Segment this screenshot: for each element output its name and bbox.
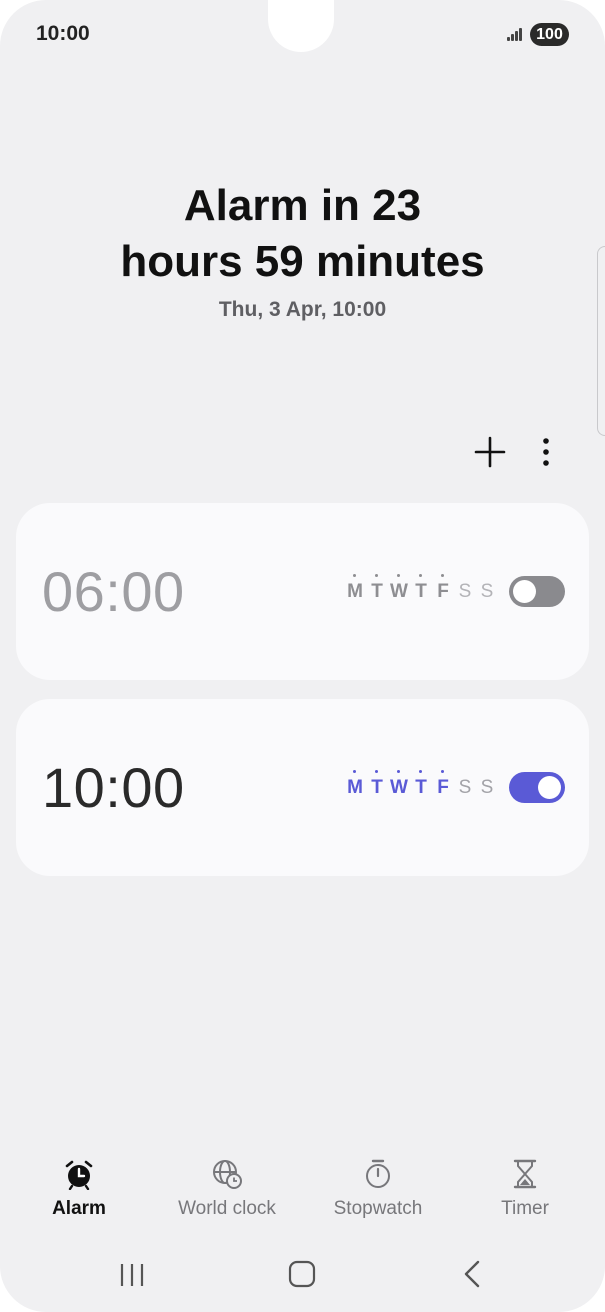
more-options-button[interactable] (532, 432, 560, 472)
next-alarm-date: Thu, 3 Apr, 10:00 (218, 298, 387, 321)
back-button[interactable] (452, 1256, 492, 1292)
day-sunday: S (480, 777, 494, 798)
day-wednesday: W (388, 574, 410, 607)
alarm-card[interactable]: 10:00 M T W T F S S (16, 699, 589, 876)
recents-icon (120, 1264, 144, 1286)
day-friday: F (432, 770, 454, 803)
home-icon (288, 1260, 316, 1288)
repeat-days: M T W T F S S (344, 770, 498, 803)
add-icon (474, 436, 506, 468)
alarm-toggle[interactable] (509, 772, 565, 803)
system-navigation-bar (0, 1250, 605, 1300)
tab-label: World clock (178, 1198, 276, 1219)
alarm-toggle[interactable] (509, 576, 565, 607)
day-saturday: S (458, 777, 472, 798)
day-thursday: T (410, 770, 432, 803)
alarm-time: 06:00 (42, 560, 185, 623)
tab-world-clock[interactable]: World clock (152, 1150, 302, 1224)
add-alarm-button[interactable] (470, 432, 510, 472)
alarm-card[interactable]: 06:00 M T W T F S S (16, 503, 589, 680)
day-tuesday: T (366, 770, 388, 803)
tab-label: Stopwatch (333, 1198, 423, 1219)
next-alarm-headline: Alarm in 23 hours 59 minutes (120, 181, 485, 286)
hourglass-icon (513, 1159, 537, 1189)
more-options-icon (543, 438, 549, 466)
tab-timer[interactable]: Timer (450, 1150, 600, 1224)
day-friday: F (432, 574, 454, 607)
tab-label: Alarm (52, 1198, 106, 1219)
globe-clock-icon (213, 1160, 242, 1189)
clock-app-screen: 10:00 100 Alarm in 23 hours 59 minutes T… (0, 0, 605, 1312)
stopwatch-icon (366, 1159, 390, 1188)
day-sunday: S (480, 581, 494, 602)
day-saturday: S (458, 581, 472, 602)
tab-alarm[interactable]: Alarm (4, 1150, 154, 1224)
bottom-tab-bar: Alarm World clock Stopwatch Timer (0, 1150, 605, 1230)
back-icon (464, 1260, 480, 1288)
alarm-clock-icon (65, 1160, 93, 1190)
tab-stopwatch[interactable]: Stopwatch (303, 1150, 453, 1224)
signal-icon (507, 27, 525, 41)
status-time: 10:00 (36, 22, 90, 45)
day-wednesday: W (388, 770, 410, 803)
day-monday: M (344, 574, 366, 607)
repeat-days: M T W T F S S (344, 574, 498, 607)
battery-icon: 100 (530, 23, 569, 46)
alarm-time: 10:00 (42, 756, 185, 819)
camera-notch (268, 0, 334, 52)
tab-label: Timer (501, 1198, 549, 1219)
day-tuesday: T (366, 574, 388, 607)
day-thursday: T (410, 574, 432, 607)
day-monday: M (344, 770, 366, 803)
home-button[interactable] (282, 1256, 322, 1292)
recents-button[interactable] (112, 1256, 152, 1292)
